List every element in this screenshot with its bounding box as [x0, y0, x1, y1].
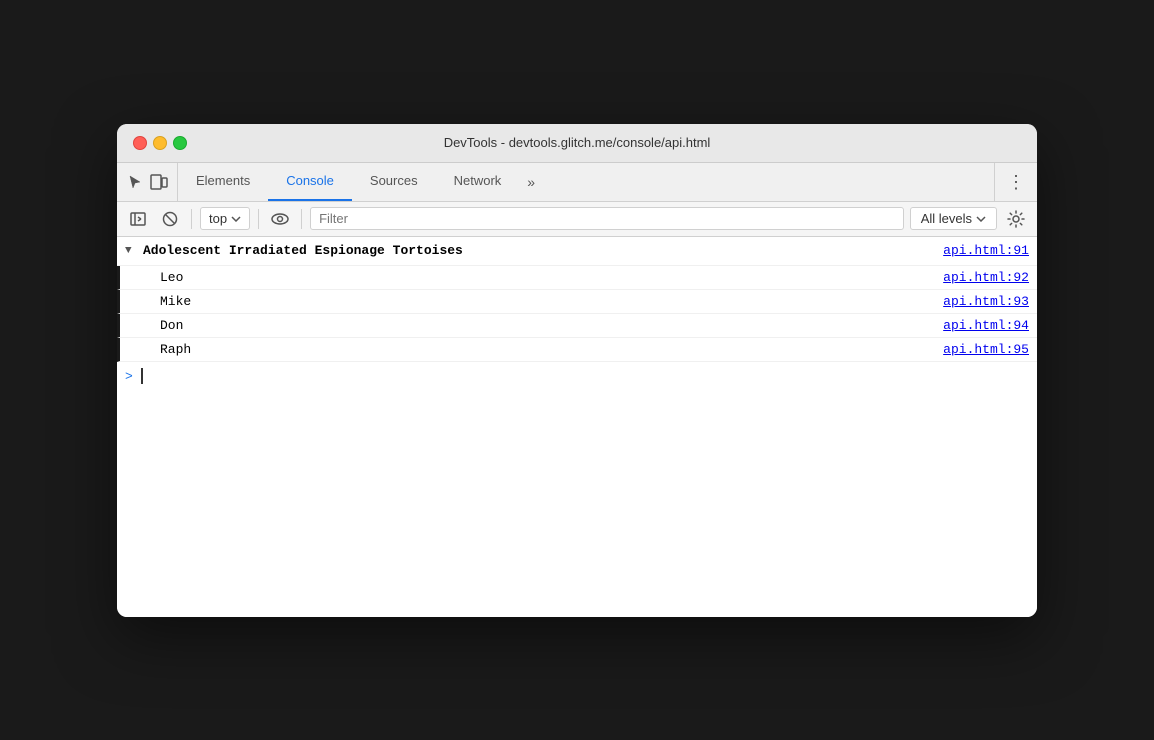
console-entry-mike: Mike api.html:93 [117, 290, 1037, 314]
tab-elements[interactable]: Elements [178, 163, 268, 201]
tab-bar-icons [117, 163, 178, 201]
title-bar: DevTools - devtools.glitch.me/console/ap… [117, 124, 1037, 163]
tab-network[interactable]: Network [436, 163, 520, 201]
console-entry-leo: Leo api.html:92 [117, 266, 1037, 290]
toolbar-divider [191, 209, 192, 229]
context-selector[interactable]: top [200, 207, 250, 230]
levels-label: All levels [921, 211, 972, 226]
device-icon[interactable] [149, 172, 169, 192]
console-toolbar: top All levels [117, 202, 1037, 237]
expand-arrow[interactable]: ▼ [125, 241, 137, 261]
group-label: Adolescent Irradiated Espionage Tortoise… [143, 241, 943, 262]
log-levels-button[interactable]: All levels [910, 207, 997, 230]
minimize-button[interactable] [153, 136, 167, 150]
entry-link-mike[interactable]: api.html:93 [943, 294, 1029, 309]
console-group-entry: ▼ Adolescent Irradiated Espionage Tortoi… [117, 237, 1037, 267]
tab-bar: Elements Console Sources Network » ⋮ [117, 163, 1037, 202]
console-content: ▼ Adolescent Irradiated Espionage Tortoi… [117, 237, 1037, 617]
tab-console[interactable]: Console [268, 163, 352, 201]
close-button[interactable] [133, 136, 147, 150]
group-link[interactable]: api.html:91 [943, 241, 1029, 262]
entry-label-leo: Leo [160, 270, 943, 285]
console-prompt[interactable]: > [117, 362, 1037, 390]
clear-console-button[interactable] [157, 206, 183, 232]
traffic-lights [133, 136, 187, 150]
window-title: DevTools - devtools.glitch.me/console/ap… [444, 135, 711, 150]
entry-link-raph[interactable]: api.html:95 [943, 342, 1029, 357]
maximize-button[interactable] [173, 136, 187, 150]
filter-input[interactable] [310, 207, 904, 230]
settings-button[interactable] [1003, 206, 1029, 232]
group-entry-main: Adolescent Irradiated Espionage Tortoise… [143, 241, 1029, 262]
tab-sources[interactable]: Sources [352, 163, 436, 201]
context-value: top [209, 211, 227, 226]
tabs: Elements Console Sources Network » [178, 163, 994, 201]
console-entry-don: Don api.html:94 [117, 314, 1037, 338]
more-tabs-button[interactable]: » [519, 163, 543, 201]
entry-main-don: Don api.html:94 [160, 318, 1029, 333]
cursor-icon[interactable] [125, 172, 145, 192]
devtools-window: DevTools - devtools.glitch.me/console/ap… [117, 124, 1037, 617]
devtools-menu-button[interactable]: ⋮ [994, 163, 1037, 201]
entry-main-mike: Mike api.html:93 [160, 294, 1029, 309]
entry-label-mike: Mike [160, 294, 943, 309]
prompt-arrow-icon: > [125, 369, 133, 384]
eye-icon[interactable] [267, 206, 293, 232]
entry-link-leo[interactable]: api.html:92 [943, 270, 1029, 285]
entry-label-don: Don [160, 318, 943, 333]
prompt-cursor [141, 368, 143, 384]
console-entry-raph: Raph api.html:95 [117, 338, 1037, 362]
entry-main-raph: Raph api.html:95 [160, 342, 1029, 357]
toolbar-divider-2 [258, 209, 259, 229]
sidebar-toggle-button[interactable] [125, 206, 151, 232]
entry-main-leo: Leo api.html:92 [160, 270, 1029, 285]
toolbar-divider-3 [301, 209, 302, 229]
entry-label-raph: Raph [160, 342, 943, 357]
entry-link-don[interactable]: api.html:94 [943, 318, 1029, 333]
